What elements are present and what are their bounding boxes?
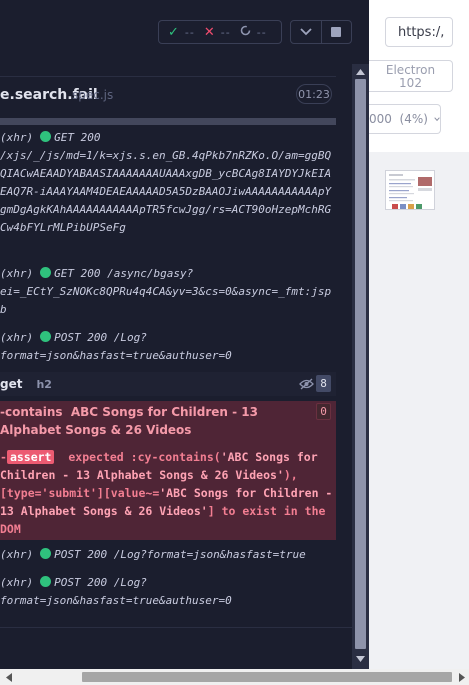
- contains-command[interactable]: -contains ABC Songs for Children - 13 Al…: [0, 403, 336, 439]
- horizontal-scrollbar-thumb[interactable]: [82, 672, 452, 682]
- aut-frame-area: [369, 152, 469, 669]
- scroll-right-arrow-icon[interactable]: [456, 672, 467, 682]
- command-log-panel: ✓ -- ✕ -- -- e.search.fail spec.js 01:23…: [0, 0, 369, 685]
- failed-stat: ✕ --: [204, 25, 231, 40]
- xhr-command[interactable]: (xhr) POST 200 /Log? format=json&hasfast=…: [0, 574, 336, 610]
- spec-header[interactable]: e.search.fail spec.js 01:23: [0, 76, 336, 120]
- xhr-method: GET 200 /async/bgasy?: [54, 267, 194, 280]
- xhr-text: POST 200 /Log?format=json&hasfast=true: [54, 548, 306, 561]
- expand-button[interactable]: [291, 21, 321, 43]
- command-name: get: [0, 377, 23, 391]
- xhr-command[interactable]: (xhr) POST 200 /Log?format=json&hasfast=t…: [0, 546, 336, 564]
- spec-extension: spec.js: [72, 88, 114, 102]
- passed-stat: ✓ --: [168, 25, 195, 40]
- failed-count: --: [220, 25, 231, 39]
- assert-dash: -: [0, 450, 7, 464]
- chevron-down-icon: [300, 28, 312, 36]
- xhr-command[interactable]: (xhr) GET 200 /xjs/_/js/md=1/k=xjs.s.en_G…: [0, 129, 336, 237]
- status-success-icon: [40, 548, 52, 559]
- scroll-down-arrow-icon[interactable]: [355, 654, 366, 664]
- assert-selector: :cy-contains(: [130, 450, 221, 464]
- run-controls: [290, 20, 352, 44]
- element-count-badge: 0: [316, 403, 331, 420]
- status-success-icon: [40, 267, 52, 278]
- assert-expected: expected: [68, 450, 124, 464]
- command-message: h2: [36, 377, 52, 391]
- url-display[interactable]: https:/,: [385, 17, 453, 47]
- xhr-command[interactable]: (xhr) POST 200 /Log? format=json&hasfast=…: [0, 329, 336, 365]
- xhr-prefix: (xhr): [0, 548, 34, 561]
- xhr-method: GET 200: [54, 131, 101, 144]
- xhr-method: POST 200 /Log?: [54, 576, 147, 589]
- xhr-prefix: (xhr): [0, 331, 34, 344]
- status-success-icon: [40, 576, 52, 587]
- pending-spinner-icon: [240, 25, 251, 40]
- assert-sep: ),: [283, 468, 298, 482]
- xhr-url: format=json&hasfast=true&authuser=0: [0, 594, 232, 607]
- scrollbar-thumb[interactable]: [355, 79, 366, 649]
- assert-command[interactable]: - assert expected :cy-contains('ABC Songs…: [0, 448, 336, 538]
- xhr-url: /xjs/_/js/md=1/k=xjs.s.en_GB.4qPkb7nRZKo…: [0, 149, 332, 234]
- viewport-zoom-value: 000 (4%): [369, 112, 428, 126]
- xhr-prefix: (xhr): [0, 576, 34, 589]
- horizontal-scrollbar[interactable]: [0, 669, 469, 685]
- xhr-prefix: (xhr): [0, 267, 34, 280]
- stop-button[interactable]: [320, 21, 351, 43]
- xhr-command[interactable]: (xhr) GET 200 /async/bgasy? ei=_ECtY_SzNO…: [0, 265, 336, 319]
- xhr-method: POST 200 /Log?: [54, 331, 147, 344]
- failed-command-block[interactable]: -contains ABC Songs for Children - 13 Al…: [0, 401, 336, 540]
- xhr-prefix: (xhr): [0, 131, 34, 144]
- status-success-icon: [40, 131, 52, 142]
- assert-attr-selector: [type='submit'][value~=: [0, 486, 160, 500]
- test-stats: ✓ -- ✕ -- --: [158, 20, 282, 44]
- command-name: -contains: [0, 405, 63, 419]
- element-count-badge: 8: [316, 375, 331, 392]
- browser-selector[interactable]: Electron 102: [369, 60, 453, 92]
- spec-duration: 01:23: [296, 84, 332, 104]
- xhr-url: ei=_ECtY_SzNOKc8QPRu4q4CA&yv=3&cs=0&asyn…: [0, 285, 332, 316]
- runnable-rail: [0, 118, 336, 125]
- browser-version: 102: [399, 76, 422, 90]
- scroll-left-arrow-icon[interactable]: [3, 672, 14, 682]
- x-icon: ✕: [203, 24, 215, 40]
- pending-count: --: [256, 25, 267, 39]
- passed-count: --: [184, 25, 195, 39]
- xhr-url: format=json&hasfast=true&authuser=0: [0, 349, 232, 362]
- viewport-zoom-selector[interactable]: 000 (4%): [369, 104, 441, 134]
- check-icon: ✓: [168, 24, 179, 40]
- aut-page-thumbnail: [385, 170, 435, 210]
- assert-badge: assert: [6, 450, 55, 464]
- pending-stat: --: [240, 25, 267, 40]
- app-preview-panel: https:/, Electron 102 000 (4%): [369, 0, 469, 685]
- reporter-header: ✓ -- ✕ -- --: [0, 0, 369, 64]
- stop-icon: [331, 27, 342, 37]
- status-success-icon: [40, 331, 52, 342]
- eye-slash-icon: [299, 378, 314, 393]
- chevron-down-icon: [434, 117, 440, 122]
- scroll-up-arrow-icon[interactable]: [355, 67, 366, 77]
- get-command[interactable]: get h2 8: [0, 372, 336, 396]
- vertical-scrollbar[interactable]: [352, 64, 369, 669]
- command-list: (xhr) GET 200 /xjs/_/js/md=1/k=xjs.s.en_G…: [0, 125, 336, 625]
